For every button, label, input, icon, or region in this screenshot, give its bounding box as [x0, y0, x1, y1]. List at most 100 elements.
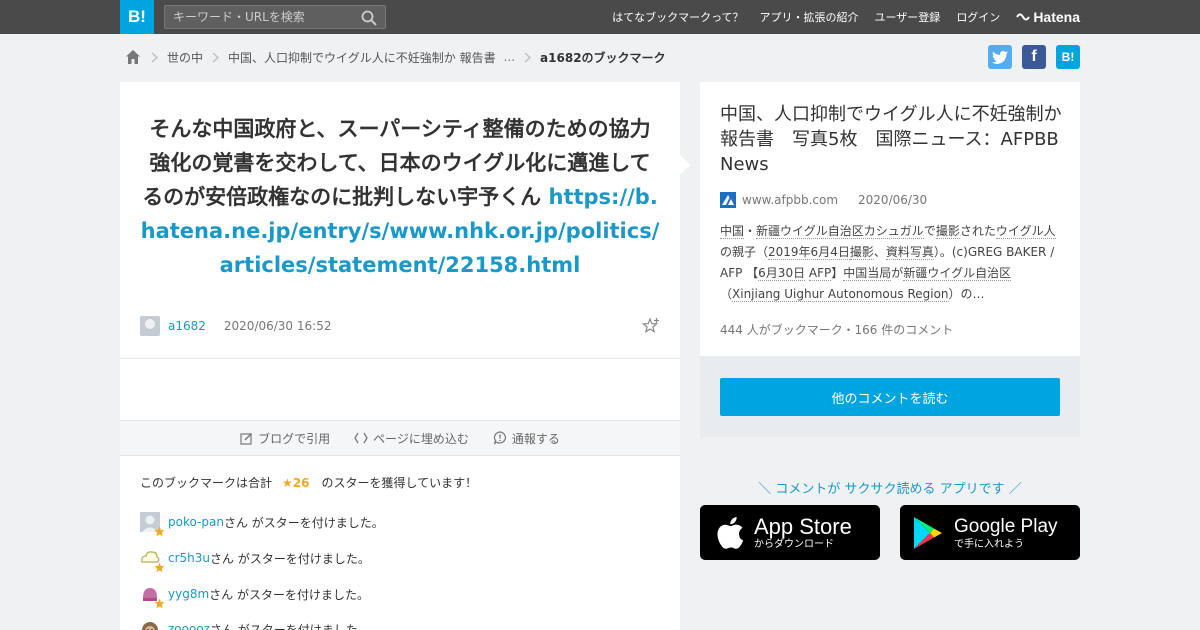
embed-label: ページに埋め込む — [373, 431, 469, 446]
google-play-icon — [914, 516, 942, 549]
desc-text: の親子（ — [720, 245, 769, 259]
keyword-link[interactable]: 中国当局 — [843, 266, 892, 281]
breadcrumb-entry[interactable]: 中国、人口抑制でウイグル人に不妊強制か 報告書 — [228, 49, 496, 66]
star-icon — [154, 598, 165, 609]
code-icon — [354, 432, 368, 444]
keyword-link[interactable]: Xinjiang Uighur Autonomous Region — [732, 287, 949, 302]
keyword-link[interactable]: AFP — [808, 266, 832, 281]
avatar[interactable] — [140, 512, 165, 537]
hatena-logo-icon — [1016, 13, 1031, 21]
keyword-link[interactable]: 新疆ウイグル自治区 — [903, 266, 1012, 281]
entry-source: www.afpbb.com 2020/06/30 — [720, 192, 927, 208]
star-list-item: poko-pan さん がスターを付けました。 — [140, 510, 384, 537]
star-list-item: yyg8m さん がスターを付けました。 — [140, 582, 369, 609]
app-store-text: App Store からダウンロード — [754, 513, 852, 551]
star-action-text: さん がスターを付けました。 — [210, 551, 370, 566]
bookmark-user[interactable]: a1682 — [168, 319, 206, 333]
star-user-name[interactable]: zooooz — [168, 622, 210, 630]
star-action-text: さん がスターを付けました。 — [209, 622, 370, 630]
share-buttons: f B! — [978, 45, 1080, 69]
star-user-name[interactable]: yyg8m — [168, 587, 209, 601]
avatar[interactable] — [140, 316, 160, 336]
star-action-text: さん がスターを付けました。 — [223, 515, 384, 530]
report-button[interactable]: 通報する — [493, 430, 560, 447]
hatena-bookmark-logo[interactable]: B! — [120, 0, 154, 34]
apple-icon — [717, 516, 744, 549]
home-icon[interactable] — [124, 48, 142, 66]
hatena-share-button[interactable]: B! — [1056, 45, 1080, 69]
bookmark-toolbar: ブログで引用 ページに埋め込む 通報する — [120, 420, 680, 456]
nav-login[interactable]: ログイン — [956, 9, 1000, 25]
app-store-subtitle: からダウンロード — [754, 538, 834, 550]
avatar[interactable] — [140, 548, 165, 573]
entry-title[interactable]: 中国、人口抑制でウイグル人に不妊強制か 報告書 写真5枚 国際ニュース：AFPB… — [720, 102, 1065, 177]
top-nav: はてなブックマークって？ アプリ・拡張の紹介 ユーザー登録 ログイン Haten… — [596, 0, 1080, 34]
keyword-link[interactable]: ウイグル人 — [995, 224, 1056, 239]
bookmark-meta: a1682 2020/06/30 16:52 — [140, 316, 660, 336]
read-comments-button[interactable]: 他のコメントを読む — [720, 378, 1060, 416]
nav-register[interactable]: ユーザー登録 — [875, 9, 941, 25]
star-list-item: zooooz さん がスターを付けました。 — [140, 617, 370, 630]
keyword-link[interactable]: 資料写真 — [885, 245, 934, 260]
google-play-subtitle: で手に入れよう — [954, 538, 1024, 550]
app-tagline: ＼ コメントが サクサク読める アプリです ／ — [758, 482, 1022, 497]
card-pointer — [680, 155, 690, 175]
stars-suffix: のスターを獲得しています！ — [321, 476, 478, 490]
entry-domain[interactable]: www.afpbb.com — [742, 193, 838, 207]
chevron-right-icon — [524, 52, 532, 62]
nav-apps[interactable]: アプリ・拡張の紹介 — [760, 9, 859, 25]
report-icon — [493, 431, 506, 445]
search-icon[interactable] — [361, 10, 377, 26]
chevron-right-icon — [151, 52, 158, 62]
entry-counts[interactable]: 444 人がブックマーク・166 件のコメント — [720, 321, 953, 338]
facebook-share-button[interactable]: f — [1022, 45, 1046, 69]
afpbb-favicon-icon — [720, 192, 736, 208]
stars-prefix: このブックマークは合計 — [140, 476, 273, 490]
star-action-text: さん がスターを付けました。 — [209, 587, 369, 602]
hatena-brand-link[interactable]: Hatena — [1016, 9, 1080, 25]
star-user-name[interactable]: poko-pan — [168, 515, 224, 529]
star-count: ★26 — [282, 475, 310, 490]
embed-button[interactable]: ページに埋め込む — [354, 430, 469, 447]
bookmark-datetime: 2020/06/30 16:52 — [223, 319, 332, 333]
stars-summary: このブックマークは合計 ★26 のスターを獲得しています！ — [140, 474, 477, 491]
search-input[interactable] — [165, 6, 355, 28]
twitter-share-button[interactable] — [988, 45, 1012, 69]
keyword-link[interactable]: 2019年6月4日 — [768, 245, 850, 260]
entry-summary: 中国、人口抑制でウイグル人に不妊強制か 報告書 写真5枚 国際ニュース：AFPB… — [700, 82, 1080, 356]
desc-text: が — [891, 266, 904, 280]
keyword-link[interactable]: 新疆ウイグル自治区カシュガル — [756, 224, 924, 239]
desc-text: （ — [720, 287, 733, 301]
desc-text: ・ — [744, 224, 757, 238]
keyword-link[interactable]: 6月30日 — [758, 266, 806, 281]
desc-text: ）の… — [948, 287, 985, 301]
report-label: 通報する — [511, 431, 560, 446]
bookmark-card: そんな中国政府と、スーパーシティ整備のための協力強化の覚書を交わして、日本のウイ… — [120, 82, 680, 630]
keyword-link[interactable]: 撮影 — [935, 224, 960, 239]
app-store-title: App Store — [754, 513, 852, 539]
breadcrumb-ellipsis: ... — [503, 50, 516, 64]
star-icon — [154, 526, 165, 537]
keyword-link[interactable]: 中国 — [720, 224, 745, 239]
star-list-item: cr5h3u さん がスターを付けました。 — [140, 546, 370, 573]
nav-about[interactable]: はてなブックマークって？ — [612, 9, 743, 25]
edit-icon — [240, 432, 253, 445]
blog-quote-button[interactable]: ブログで引用 — [240, 430, 330, 447]
breadcrumb-category[interactable]: 世の中 — [167, 49, 203, 66]
add-star-icon[interactable] — [642, 317, 660, 335]
google-play-button[interactable]: Google Play で手に入れよう — [900, 505, 1080, 560]
avatar[interactable] — [140, 619, 160, 630]
chevron-right-icon — [212, 52, 219, 62]
keyword-link[interactable]: 撮影 — [849, 245, 874, 260]
desc-text: 】 — [831, 266, 844, 280]
entry-footer: 他のコメントを読む — [700, 356, 1080, 437]
entry-description: 中国・新疆ウイグル自治区カシュガルで撮影されたウイグル人の親子（2019年6月4… — [720, 221, 1060, 305]
breadcrumb-current: a1682のブックマーク — [540, 50, 666, 65]
app-store-button[interactable]: App Store からダウンロード — [700, 505, 880, 560]
avatar[interactable] — [140, 584, 165, 609]
divider — [120, 358, 680, 359]
desc-text: された — [959, 224, 996, 238]
blog-quote-label: ブログで引用 — [258, 431, 331, 446]
star-user-name[interactable]: cr5h3u — [168, 551, 210, 565]
search-box — [164, 5, 386, 29]
